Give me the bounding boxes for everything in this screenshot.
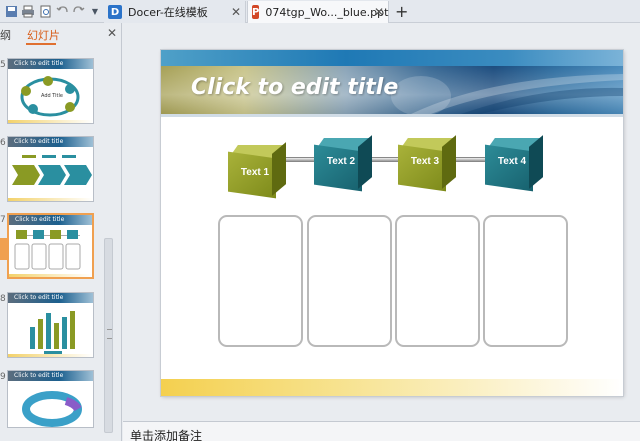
slide-footer [161,379,623,396]
thumbnail-title: Click to edit title [14,60,64,67]
slide-thumbnail-7[interactable]: Click to edit title [7,213,94,279]
slide-thumbnail-8[interactable]: Click to edit title [7,292,94,358]
slide-thumbnail-6[interactable]: Click to edit title [7,136,94,202]
title-rule [161,114,623,117]
cube-text-4[interactable]: Text 4 [485,135,543,192]
thumbnail-title: Click to edit title [14,294,64,301]
content-box-3[interactable] [395,215,480,347]
cube-diagram-thumbnail [14,230,81,270]
tab-docer-label: Docer-在线模板 [128,6,208,19]
cube-label: Text 3 [410,156,440,167]
cube-text-1[interactable]: Text 1 [228,142,286,199]
panel-scrollbar[interactable] [103,50,114,435]
slide-panel: 纲 幻灯片 ✕ 5 Click to edit title Add Title … [0,23,122,441]
ring-diagram-thumbnail [22,391,82,427]
ppt-file-icon: P [252,5,260,19]
thumbnail-title: Click to edit title [15,216,65,223]
tab-presentation-label: 074tgp_Wo..._blue.ppt [265,5,389,19]
cube-label: Text 1 [240,167,270,178]
scrollbar-thumb[interactable] [104,238,113,433]
content-box-2[interactable] [307,215,392,347]
slide-number: 6 [0,138,6,148]
print-preview-icon[interactable] [37,3,53,19]
print-icon[interactable] [20,3,36,19]
slide-canvas[interactable]: Click to edit title Text 1 Text 2 Text 3… [161,50,623,396]
selection-marker [0,238,7,260]
close-icon[interactable]: ✕ [374,5,384,19]
tab-slides[interactable]: 幻灯片 [27,27,60,43]
slide-number: 5 [0,60,6,70]
chevron-diagram-thumbnail [12,155,92,185]
tab-presentation[interactable]: P 074tgp_Wo..._blue.ppt ✕ [247,1,389,23]
undo-icon[interactable] [54,3,70,19]
slide-number: 7 [0,215,6,225]
content-box-1[interactable] [218,215,303,347]
cube-label: Text 4 [497,156,527,167]
slide-thumbnail-5[interactable]: Click to edit title Add Title [7,58,94,124]
close-icon[interactable]: ✕ [107,26,117,40]
save-icon[interactable] [3,3,19,19]
slide-number: 8 [0,294,6,304]
redo-icon[interactable] [70,3,86,19]
notes-pane[interactable]: 单击添加备注 [123,421,640,441]
slide-thumbnail-9[interactable]: Click to edit title [7,370,94,428]
tab-docer[interactable]: D Docer-在线模板 ✕ [104,1,246,23]
slide-header-strip [161,50,623,66]
content-box-4[interactable] [483,215,568,347]
cube-text-2[interactable]: Text 2 [314,135,372,192]
bar-diagram-thumbnail [30,311,75,354]
close-icon[interactable]: ✕ [231,5,241,19]
slide-title[interactable]: Click to edit title [191,75,398,100]
thumbnail-title: Click to edit title [14,372,64,379]
quick-access-dropdown-icon[interactable]: ▼ [87,3,103,19]
panel-tabs: 纲 幻灯片 ✕ [0,23,122,45]
cube-text-3[interactable]: Text 3 [398,135,456,192]
thumbnail-title: Click to edit title [14,138,64,145]
title-bar: ▼ D Docer-在线模板 ✕ P 074tgp_Wo..._blue.ppt… [0,0,640,23]
thumbnail-center-label: Add Title [41,93,63,99]
docer-icon: D [108,5,122,19]
active-tab-indicator [26,43,56,45]
tab-outline[interactable]: 纲 [0,27,11,43]
new-tab-button[interactable]: + [395,2,408,21]
notes-placeholder[interactable]: 单击添加备注 [130,427,202,441]
slide-number: 9 [0,372,6,382]
cube-label: Text 2 [326,156,356,167]
